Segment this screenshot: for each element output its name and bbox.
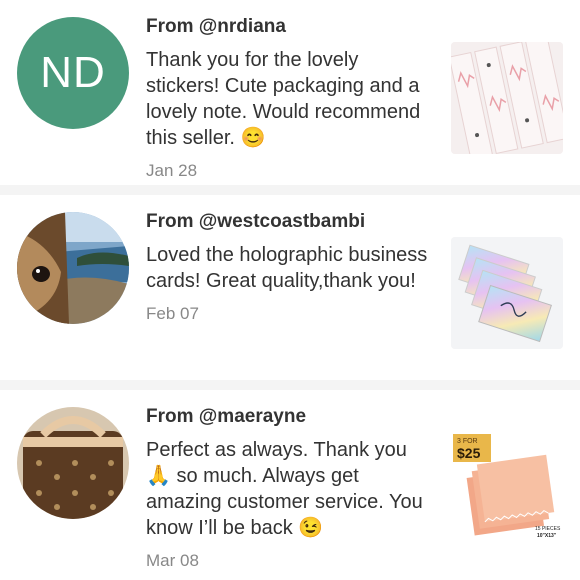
divider xyxy=(0,380,580,390)
holographic-cards-photo-icon xyxy=(451,237,563,349)
smile-emoji-icon: 😊 xyxy=(240,127,266,149)
svg-text:3 FOR: 3 FOR xyxy=(457,438,478,445)
review-item: ND From @nrdiana Thank you for the lovel… xyxy=(0,0,580,185)
review-item: From @maerayne Perfect as always. Thank … xyxy=(0,390,580,575)
avatar[interactable]: ND xyxy=(17,17,129,129)
mailers-product-photo-icon: 3 FOR $25 15 PIECES 10"X13" xyxy=(451,432,563,544)
product-thumbnail[interactable]: 3 FOR $25 15 PIECES 10"X13" xyxy=(451,432,563,544)
avatar-photo-icon xyxy=(17,212,129,324)
review-text: Perfect as always. Thank you 🙏 so much. … xyxy=(146,439,423,539)
svg-text:15 PIECES: 15 PIECES xyxy=(535,526,561,532)
wink-emoji-icon: 😉 xyxy=(298,517,324,539)
review-text: Thank you for the lovely stickers! Cute … xyxy=(146,49,421,149)
avatar-initials: ND xyxy=(40,48,106,97)
product-thumbnail[interactable] xyxy=(451,237,563,349)
avatar-photo-icon xyxy=(17,407,129,519)
reviewer-handle[interactable]: From @nrdiana xyxy=(146,14,436,40)
svg-text:$25: $25 xyxy=(457,445,481,461)
review-date: Jan 28 xyxy=(146,161,198,180)
review-date: Feb 07 xyxy=(146,304,199,323)
praying-hands-emoji-icon: 🙏 xyxy=(146,465,171,487)
reviewer-handle[interactable]: From @westcoastbambi xyxy=(146,209,436,235)
review-date: Mar 08 xyxy=(146,551,199,570)
divider xyxy=(0,185,580,195)
review-text: Loved the holographic business cards! Gr… xyxy=(146,244,428,292)
svg-text:10"X13": 10"X13" xyxy=(537,533,557,539)
review-item: From @westcoastbambi Loved the holograph… xyxy=(0,195,580,380)
product-thumbnail[interactable] xyxy=(451,42,563,154)
reviewer-handle[interactable]: From @maerayne xyxy=(146,404,436,430)
avatar[interactable] xyxy=(17,407,129,519)
stickers-photo-icon xyxy=(451,42,563,154)
avatar[interactable] xyxy=(17,212,129,324)
